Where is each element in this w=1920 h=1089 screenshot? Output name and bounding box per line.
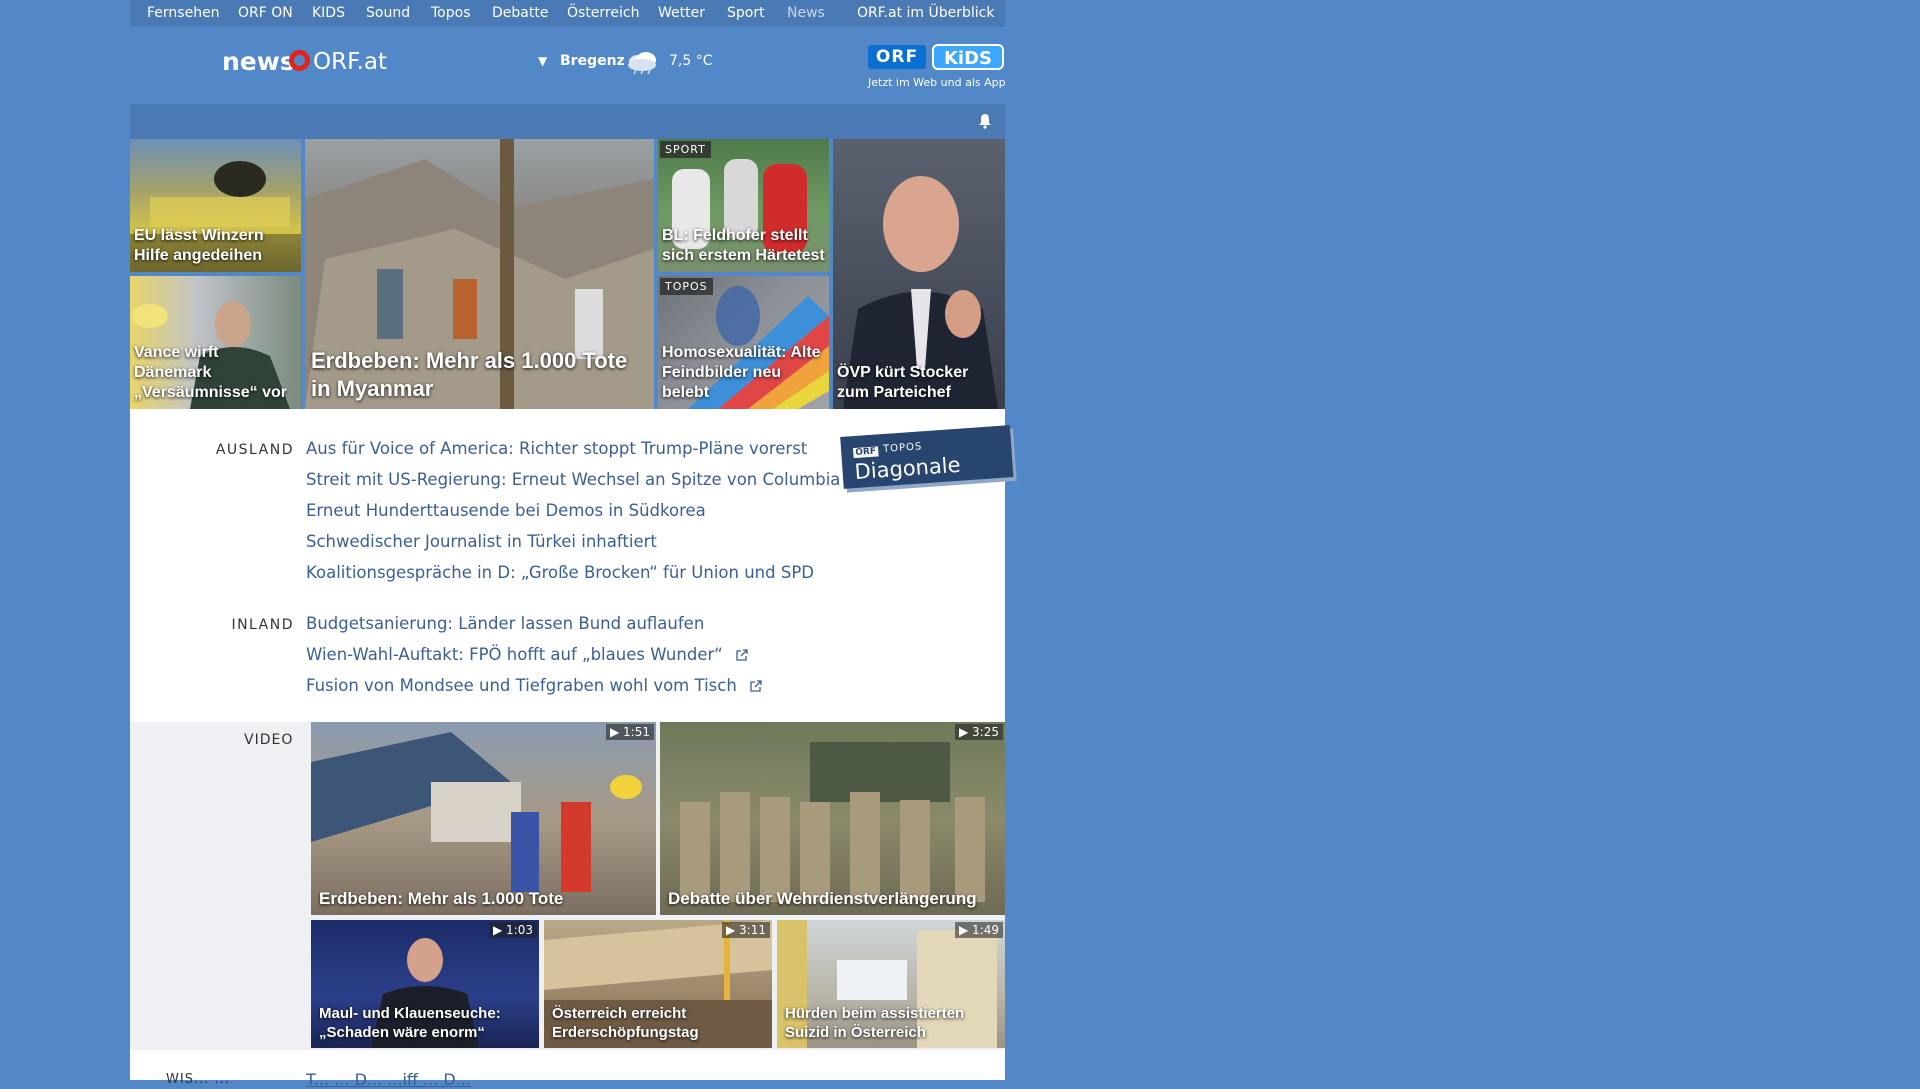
video-caption: Maul- und Klauenseuche: „Schaden wäre en… bbox=[319, 1005, 501, 1041]
teaser-erdbeben-main[interactable]: Erdbeben: Mehr als 1.000 Tote in Myanmar bbox=[305, 139, 654, 409]
play-icon: ▶ bbox=[493, 923, 507, 937]
video-erderschoepfungstag[interactable]: ▶ 3:11 Österreich erreicht Erderschöpfun… bbox=[544, 920, 772, 1048]
nav-orf-ueberblick[interactable]: ORF.at im Überblick bbox=[857, 5, 994, 21]
external-link-icon bbox=[736, 649, 748, 661]
video-duration: ▶ 1:03 bbox=[489, 922, 537, 938]
video-wehrdienst[interactable]: ▶ 3:25 Debatte über Wehrdienstverlängeru… bbox=[660, 722, 1005, 915]
video-duration-value: 1:51 bbox=[623, 725, 650, 739]
ausland-link-1[interactable]: Aus für Voice of America: Richter stoppt… bbox=[306, 439, 807, 458]
news-page: Fernsehen ORF ON KIDS Sound Topos Debatt… bbox=[130, 0, 1014, 1089]
video-duration-value: 1:03 bbox=[506, 923, 533, 937]
teaser-vance[interactable]: Vance wirft Dänemark „Versäumnisse“ vor bbox=[130, 276, 301, 409]
orf-kids-promo[interactable]: ORF KiDS Jetzt im Web und als App bbox=[866, 42, 1008, 90]
ausland-link-2[interactable]: Streit mit US-Regierung: Erneut Wechsel … bbox=[306, 470, 840, 489]
video-caption: Hürden beim assistierten Suizid in Öster… bbox=[785, 1005, 965, 1041]
top-navigation: Fernsehen ORF ON KIDS Sound Topos Debatt… bbox=[130, 0, 1005, 27]
video-duration-value: 3:25 bbox=[972, 725, 999, 739]
teaser-caption: Erdbeben: Mehr als 1.000 Tote in Myanmar bbox=[311, 348, 628, 401]
weather-temperature: 7,5 °C bbox=[669, 53, 713, 69]
video-duration-value: 1:49 bbox=[972, 923, 999, 937]
category-badge: TOPOS bbox=[660, 278, 713, 295]
video-duration: ▶ 3:25 bbox=[955, 724, 1003, 740]
teaser-caption: Vance wirft Dänemark „Versäumnisse“ vor bbox=[134, 344, 287, 401]
news-lists: AUSLAND Aus für Voice of America: Richte… bbox=[130, 409, 1014, 722]
bell-icon[interactable] bbox=[978, 113, 992, 129]
section-label-video: VIDEO bbox=[244, 732, 294, 748]
nav-sound[interactable]: Sound bbox=[366, 5, 410, 21]
weather-city: Bregenz bbox=[560, 53, 625, 69]
inland-link-2-row: Wien-Wahl-Auftakt: FPÖ hofft auf „blaues… bbox=[306, 645, 748, 664]
video-caption: Österreich erreicht Erderschöpfungstag bbox=[552, 1005, 699, 1041]
nav-wetter[interactable]: Wetter bbox=[658, 5, 705, 21]
nav-oesterreich[interactable]: Österreich bbox=[567, 5, 639, 21]
video-duration-value: 3:11 bbox=[739, 923, 766, 937]
video-erdbeben[interactable]: ▶ 1:51 Erdbeben: Mehr als 1.000 Tote bbox=[311, 722, 656, 915]
video-duration: ▶ 1:49 bbox=[955, 922, 1003, 938]
category-badge: SPORT bbox=[660, 141, 711, 158]
nav-news[interactable]: News bbox=[787, 5, 825, 21]
nav-fernsehen[interactable]: Fernsehen bbox=[147, 5, 220, 21]
orf-ring-icon bbox=[289, 50, 310, 71]
logo-news-text: news bbox=[222, 47, 295, 76]
teaser-caption: EU lässt Winzern Hilfe angedeihen bbox=[134, 227, 264, 264]
teaser-homosexualitaet[interactable]: TOPOS Homosexualität: Alte Feindbilder n… bbox=[658, 276, 829, 409]
play-icon: ▶ bbox=[959, 923, 973, 937]
teaser-caption: Homosexualität: Alte Feindbilder neu bel… bbox=[662, 344, 821, 401]
nav-debatte[interactable]: Debatte bbox=[492, 5, 548, 21]
section-label-ausland: AUSLAND bbox=[215, 442, 294, 458]
cloud-rain-icon bbox=[628, 52, 656, 75]
nav-orf-on[interactable]: ORF ON bbox=[238, 5, 293, 21]
nav-sport[interactable]: Sport bbox=[727, 5, 765, 21]
ausland-link-5[interactable]: Koalitionsgespräche in D: „Große Brocken… bbox=[306, 563, 814, 582]
nav-topos[interactable]: Topos bbox=[431, 5, 470, 21]
soldiers-marching-photo bbox=[680, 742, 985, 902]
orf-kids-tagline: Jetzt im Web und als App bbox=[868, 76, 1006, 89]
teaser-stocker[interactable]: ÖVP kürt Stocker zum Parteichef bbox=[833, 139, 1005, 409]
notification-bar bbox=[130, 104, 1005, 139]
video-suizid[interactable]: ▶ 1:49 Hürden beim assistierten Suizid i… bbox=[777, 920, 1005, 1048]
video-duration: ▶ 3:11 bbox=[722, 922, 770, 938]
video-caption: Debatte über Wehrdienstverlängerung bbox=[668, 889, 977, 908]
video-duration: ▶ 1:51 bbox=[606, 724, 654, 740]
video-caption: Erdbeben: Mehr als 1.000 Tote bbox=[319, 889, 564, 908]
orf-kids-orf-logo: ORF bbox=[868, 45, 926, 69]
section-label-inland: INLAND bbox=[231, 617, 294, 633]
teaser-winzer[interactable]: EU lässt Winzern Hilfe angedeihen bbox=[130, 139, 301, 272]
site-header: news ORF.at ▼ Bregenz 7,5 °C ORF KiDS Je… bbox=[130, 27, 1008, 104]
inland-link-3-row: Fusion von Mondsee und Tiefgraben wohl v… bbox=[306, 676, 762, 695]
next-section: WIS... ... T... ... D... ...iff ... D... bbox=[130, 1050, 1005, 1089]
nav-kids[interactable]: KIDS bbox=[312, 5, 345, 21]
teaser-caption: BL: Feldhofer stellt sich erstem Härtete… bbox=[662, 227, 825, 264]
play-icon: ▶ bbox=[726, 923, 740, 937]
promo-orf-logo: ORF bbox=[852, 446, 879, 459]
play-icon: ▶ bbox=[610, 725, 624, 739]
ausland-link-4[interactable]: Schwedischer Journalist in Türkei inhaft… bbox=[306, 532, 657, 551]
play-icon: ▶ bbox=[959, 725, 973, 739]
topos-diagonale-promo[interactable]: ORF TOPOS Diagonale bbox=[840, 425, 1014, 495]
orf-kids-logo: KiDS bbox=[932, 44, 1004, 70]
triangle-down-icon: ▼ bbox=[538, 54, 548, 68]
logo-orf-text: ORF.at bbox=[313, 49, 388, 75]
teaser-caption: ÖVP kürt Stocker zum Parteichef bbox=[837, 364, 969, 401]
external-link-icon bbox=[750, 680, 762, 692]
inland-link-2[interactable]: Wien-Wahl-Auftakt: FPÖ hofft auf „blaues… bbox=[306, 645, 723, 664]
ausland-link-3[interactable]: Erneut Hunderttausende bei Demos in Südk… bbox=[306, 501, 706, 520]
inland-link-1[interactable]: Budgetsanierung: Länder lassen Bund aufl… bbox=[306, 614, 704, 633]
inland-link-3[interactable]: Fusion von Mondsee und Tiefgraben wohl v… bbox=[306, 676, 737, 695]
video-klauenseuche[interactable]: ▶ 1:03 Maul- und Klauenseuche: „Schaden … bbox=[311, 920, 539, 1048]
teaser-feldhofer[interactable]: SPORT BL: Feldhofer stellt sich erstem H… bbox=[658, 139, 829, 272]
earthquake-rescue-photo bbox=[311, 732, 642, 892]
